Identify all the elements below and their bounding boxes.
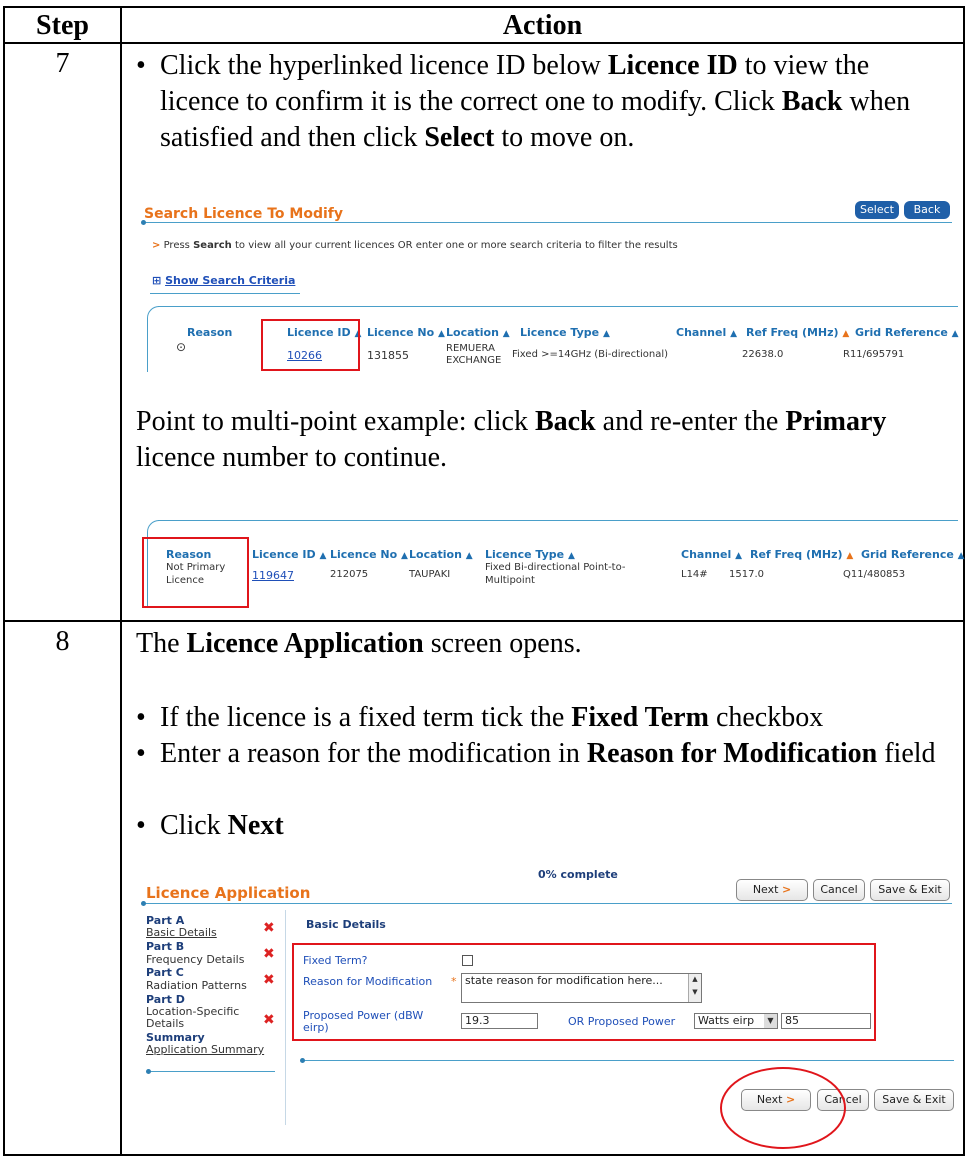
incomplete-icon: ✖ — [263, 972, 275, 988]
location: TAUPAKI — [409, 569, 451, 580]
col-channel[interactable]: Channel ▲ — [681, 548, 742, 561]
nav-divider — [285, 910, 286, 1125]
sort-up-icon: ▲ — [735, 551, 742, 561]
col-ref-freq[interactable]: Ref Freq (MHz) ▲ — [750, 548, 853, 561]
col-channel[interactable]: Channel ▲ — [676, 326, 737, 339]
row-radio[interactable]: ⊙ — [176, 340, 186, 354]
col-licence-type[interactable]: Licence Type ▲ — [520, 326, 610, 339]
expand-icon: ⊞ — [152, 274, 162, 287]
hint-arrow-icon: > — [152, 240, 161, 251]
licence-id-highlight — [261, 319, 360, 371]
nav-part-c: Part C — [146, 966, 184, 979]
grid-ref: Q11/480853 — [843, 569, 906, 580]
sort-up-icon: ▲ — [730, 329, 737, 339]
licence-no: 131855 — [367, 349, 409, 362]
sort-up-icon: ▲ — [438, 329, 445, 339]
form-bottom-rule — [304, 1060, 954, 1061]
step8-bullet: • Enter a reason for the modification in … — [136, 738, 936, 769]
col-licence-no[interactable]: Licence No ▲ — [367, 326, 445, 339]
licence-no: 212075 — [330, 569, 369, 580]
incomplete-icon: ✖ — [263, 1012, 275, 1028]
next-button[interactable]: Next > — [736, 879, 808, 901]
sort-up-icon: ▲ — [401, 551, 408, 561]
nav-application-summary-link[interactable]: Application Summary — [146, 1044, 264, 1056]
col-licence-id[interactable]: Licence ID ▲ — [252, 548, 326, 561]
licence-type-line-2: Multipoint — [485, 575, 535, 586]
nav-basic-details-link[interactable]: Basic Details — [146, 927, 217, 939]
grid-ref: R11/695791 — [843, 349, 905, 360]
back-button[interactable]: Back — [904, 201, 950, 219]
incomplete-icon: ✖ — [263, 920, 275, 936]
header-divider — [3, 42, 965, 44]
row-divider — [3, 620, 965, 622]
rule-dot — [141, 220, 146, 225]
step7-instruction: • Click the hyperlinked licence ID below … — [136, 50, 911, 153]
rule-dot — [300, 1058, 305, 1063]
header-action: Action — [502, 10, 583, 41]
save-exit-button[interactable]: Save & Exit — [870, 879, 950, 901]
title-rule — [144, 903, 952, 904]
step-number: 7 — [55, 48, 70, 79]
show-search-criteria-link[interactable]: ⊞ Show Search Criteria — [152, 274, 295, 287]
header-step: Step — [36, 10, 89, 41]
nav-frequency-details[interactable]: Frequency Details — [146, 954, 244, 966]
cancel-button[interactable]: Cancel — [813, 879, 865, 901]
step8-bullet: • If the licence is a fixed term tick the… — [136, 702, 824, 733]
sort-up-icon: ▲ — [465, 551, 473, 561]
save-exit-button[interactable]: Save & Exit — [874, 1089, 954, 1111]
col-licence-type[interactable]: Licence Type ▲ — [485, 548, 575, 561]
col-grid-reference[interactable]: Grid Reference ▲ — [855, 326, 959, 339]
step7-note: Point to multi-point example: click Back… — [136, 406, 887, 473]
progress-text: 0% complete — [538, 868, 618, 881]
col-grid-reference[interactable]: Grid Reference ▲ — [861, 548, 965, 561]
licence-application-title: Licence Application — [146, 884, 311, 902]
col-licence-no[interactable]: Licence No ▲ — [330, 548, 408, 561]
select-button[interactable]: Select — [855, 201, 899, 219]
licence-id-link[interactable]: 119647 — [252, 569, 294, 582]
sort-up-icon: ▲ — [567, 551, 575, 561]
form-highlight — [292, 943, 876, 1041]
sort-up-icon: ▲ — [846, 551, 854, 561]
sort-up-icon: ▲ — [502, 329, 510, 339]
reason-highlight — [142, 537, 249, 608]
channel: L14# — [681, 569, 708, 580]
nav-location-specific-details[interactable]: Location-Specific Details — [146, 1006, 251, 1030]
sort-up-icon: ▲ — [319, 551, 327, 561]
nav-radiation-patterns[interactable]: Radiation Patterns — [146, 980, 247, 992]
ref-freq: 1517.0 — [729, 569, 764, 580]
rule-dot — [141, 901, 146, 906]
results-frame — [147, 306, 159, 372]
results-top-rule — [158, 306, 958, 307]
title-rule — [144, 222, 952, 223]
search-hint: > Press Search to view all your current … — [152, 240, 678, 251]
step8-bullet: • Click Next — [136, 810, 284, 841]
location-line-2: EXCHANGE — [446, 355, 502, 366]
sort-up-icon: ▲ — [957, 551, 965, 561]
incomplete-icon: ✖ — [263, 946, 275, 962]
step8-intro: The Licence Application screen opens. — [136, 628, 582, 659]
step-number: 8 — [55, 626, 70, 657]
arrow-right-icon: > — [781, 883, 792, 896]
licence-type: Fixed >=14GHz (Bi-directional) — [512, 349, 669, 360]
col-reason[interactable]: Reason — [187, 326, 232, 339]
section-title: Basic Details — [306, 918, 386, 931]
column-divider — [120, 6, 122, 1156]
criteria-underline — [150, 293, 300, 294]
nav-part-b: Part B — [146, 940, 185, 953]
licence-type-line-1: Fixed Bi-directional Point-to- — [485, 562, 626, 573]
sort-up-icon: ▲ — [951, 329, 959, 339]
sort-up-icon: ▲ — [602, 329, 610, 339]
col-location[interactable]: Location ▲ — [446, 326, 510, 339]
next-highlight-ellipse — [720, 1067, 846, 1149]
results-top-rule — [158, 520, 958, 521]
location-line-1: REMUERA — [446, 343, 495, 354]
search-licence-title: Search Licence To Modify — [144, 206, 343, 222]
rule-dot — [146, 1069, 151, 1074]
nav-rule — [150, 1071, 275, 1072]
col-location[interactable]: Location ▲ — [409, 548, 473, 561]
ref-freq: 22638.0 — [742, 349, 784, 360]
sort-up-icon: ▲ — [842, 329, 850, 339]
col-ref-freq[interactable]: Ref Freq (MHz) ▲ — [746, 326, 849, 339]
